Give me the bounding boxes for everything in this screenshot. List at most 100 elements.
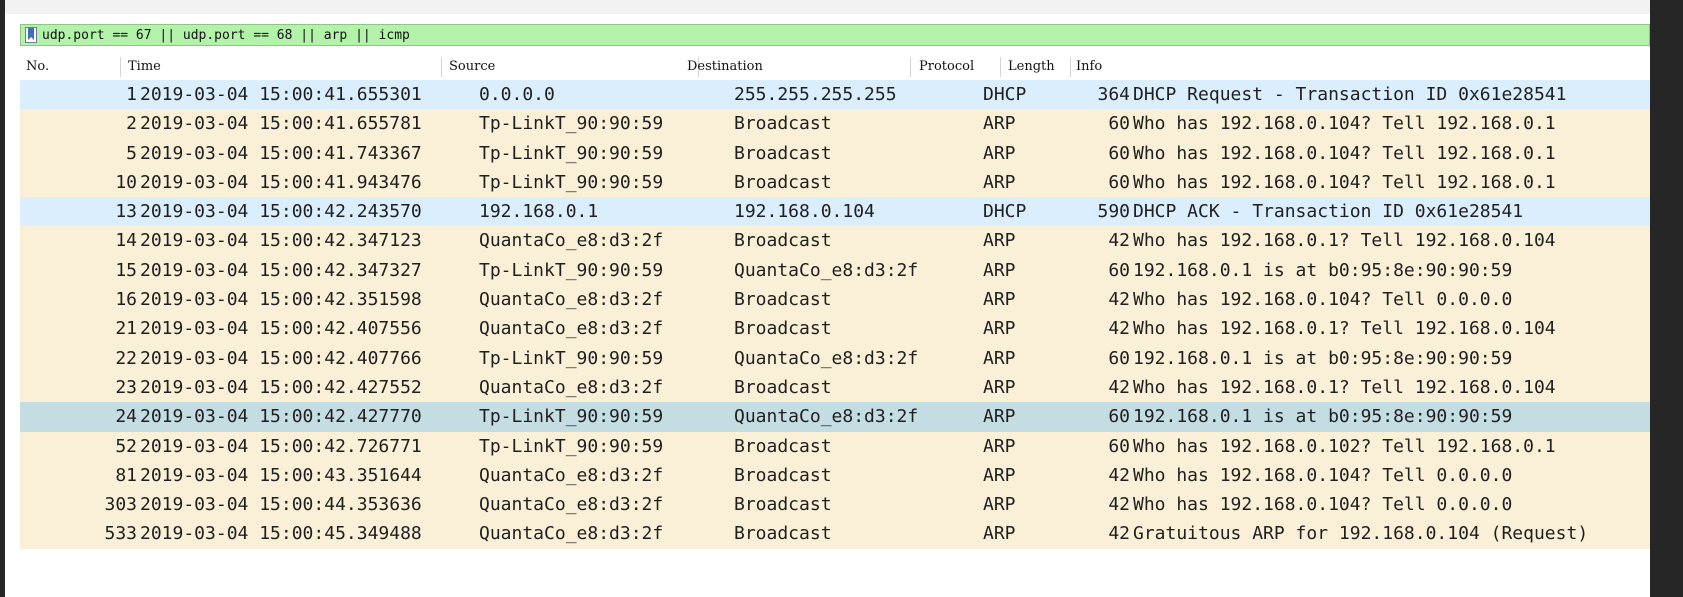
packet-row[interactable]: 21 2019-03-04 15:00:42.407556 QuantaCo_e… bbox=[20, 314, 1650, 344]
packet-destination: QuantaCo_e8:d3:2f bbox=[734, 347, 919, 369]
packet-source: 0.0.0.0 bbox=[479, 84, 555, 105]
packet-time: 2019-03-04 15:00:42.243570 bbox=[140, 201, 422, 223]
packet-length: 42 bbox=[1108, 318, 1130, 340]
packet-destination: QuantaCo_e8:d3:2f bbox=[734, 406, 919, 428]
packet-row-selected[interactable]: 24 2019-03-04 15:00:42.427770 Tp-LinkT_9… bbox=[20, 402, 1650, 432]
packet-destination: 192.168.0.104 bbox=[734, 201, 875, 223]
column-header-length[interactable]: Length bbox=[1008, 55, 1055, 79]
packet-length: 364 bbox=[1097, 84, 1130, 105]
packet-row[interactable]: 303 2019-03-04 15:00:44.353636 QuantaCo_… bbox=[20, 490, 1650, 520]
packet-time: 2019-03-04 15:00:45.349488 bbox=[140, 523, 422, 545]
packet-length: 60 bbox=[1108, 171, 1130, 193]
packet-source: QuantaCo_e8:d3:2f bbox=[479, 230, 664, 252]
packet-info: Who has 192.168.0.104? Tell 192.168.0.1 bbox=[1133, 142, 1556, 164]
packet-row[interactable]: 10 2019-03-04 15:00:41.943476 Tp-LinkT_9… bbox=[20, 167, 1650, 198]
packet-row[interactable]: 22 2019-03-04 15:00:42.407766 Tp-LinkT_9… bbox=[20, 343, 1650, 373]
packet-protocol: ARP bbox=[983, 230, 1016, 252]
packet-source: Tp-LinkT_90:90:59 bbox=[479, 113, 664, 135]
packet-protocol: DHCP bbox=[983, 201, 1027, 223]
display-filter-input[interactable]: udp.port == 67 || udp.port == 68 || arp … bbox=[42, 28, 410, 43]
column-divider[interactable] bbox=[120, 57, 121, 77]
column-header-destination[interactable]: Destination bbox=[687, 55, 763, 79]
packet-protocol: ARP bbox=[983, 376, 1016, 398]
packet-row[interactable]: 2 2019-03-04 15:00:41.655781 Tp-LinkT_90… bbox=[20, 109, 1650, 139]
packet-destination: Broadcast bbox=[734, 318, 832, 340]
packet-length: 42 bbox=[1108, 494, 1130, 516]
packet-row[interactable]: 23 2019-03-04 15:00:42.427552 QuantaCo_e… bbox=[20, 372, 1650, 403]
packet-info: 192.168.0.1 is at b0:95:8e:90:90:59 bbox=[1133, 259, 1513, 281]
packet-time: 2019-03-04 15:00:44.353636 bbox=[140, 494, 422, 516]
column-divider[interactable] bbox=[1000, 57, 1001, 77]
packet-info: Gratuitous ARP for 192.168.0.104 (Reques… bbox=[1133, 523, 1589, 545]
packet-row[interactable]: 14 2019-03-04 15:00:42.347123 QuantaCo_e… bbox=[20, 226, 1650, 256]
packet-time: 2019-03-04 15:00:42.347327 bbox=[140, 259, 422, 281]
packet-destination: Broadcast bbox=[734, 523, 832, 545]
packet-time: 2019-03-04 15:00:41.743367 bbox=[140, 142, 422, 164]
packet-destination: Broadcast bbox=[734, 113, 832, 135]
packet-protocol: DHCP bbox=[983, 84, 1027, 105]
packet-source: QuantaCo_e8:d3:2f bbox=[479, 376, 664, 398]
packet-source: QuantaCo_e8:d3:2f bbox=[479, 464, 664, 486]
packet-row[interactable]: 52 2019-03-04 15:00:42.726771 Tp-LinkT_9… bbox=[20, 431, 1650, 461]
packet-time: 2019-03-04 15:00:42.407766 bbox=[140, 347, 422, 369]
packet-protocol: ARP bbox=[983, 435, 1016, 457]
packet-length: 60 bbox=[1108, 113, 1130, 135]
column-header-source[interactable]: Source bbox=[449, 55, 495, 79]
packet-time: 2019-03-04 15:00:43.351644 bbox=[140, 464, 422, 486]
packet-protocol: ARP bbox=[983, 171, 1016, 193]
packet-time: 2019-03-04 15:00:42.351598 bbox=[140, 289, 422, 311]
filter-bookmark-icon[interactable] bbox=[24, 26, 38, 44]
packet-no: 5 bbox=[126, 142, 137, 164]
packet-info: 192.168.0.1 is at b0:95:8e:90:90:59 bbox=[1133, 347, 1513, 369]
column-header-protocol[interactable]: Protocol bbox=[919, 55, 974, 79]
packet-row[interactable]: 533 2019-03-04 15:00:45.349488 QuantaCo_… bbox=[20, 519, 1650, 549]
packet-destination: Broadcast bbox=[734, 376, 832, 398]
packet-protocol: ARP bbox=[983, 523, 1016, 545]
packet-info: Who has 192.168.0.1? Tell 192.168.0.104 bbox=[1133, 376, 1556, 398]
packet-no: 22 bbox=[115, 347, 137, 369]
packet-source: QuantaCo_e8:d3:2f bbox=[479, 494, 664, 516]
packet-length: 590 bbox=[1097, 201, 1130, 223]
packet-length: 60 bbox=[1108, 435, 1130, 457]
packet-destination: Broadcast bbox=[734, 435, 832, 457]
display-filter-bar[interactable]: udp.port == 67 || udp.port == 68 || arp … bbox=[20, 24, 1650, 46]
packet-no: 15 bbox=[115, 259, 137, 281]
packet-source: QuantaCo_e8:d3:2f bbox=[479, 289, 664, 311]
packet-time: 2019-03-04 15:00:41.655781 bbox=[140, 113, 422, 135]
packet-length: 42 bbox=[1108, 376, 1130, 398]
column-header-no[interactable]: No. bbox=[26, 55, 49, 79]
packet-time: 2019-03-04 15:00:42.427770 bbox=[140, 406, 422, 428]
column-divider[interactable] bbox=[1070, 57, 1071, 77]
column-divider[interactable] bbox=[910, 57, 911, 77]
packet-info: Who has 192.168.0.104? Tell 0.0.0.0 bbox=[1133, 464, 1513, 486]
packet-no: 13 bbox=[115, 201, 137, 223]
packet-destination: Broadcast bbox=[734, 171, 832, 193]
column-header-time[interactable]: Time bbox=[128, 55, 161, 79]
column-divider[interactable] bbox=[441, 57, 442, 77]
packet-list-header: No. Time Source Destination Protocol Len… bbox=[20, 55, 1650, 79]
packet-info: DHCP Request - Transaction ID 0x61e28541 bbox=[1133, 84, 1567, 105]
packet-row[interactable]: 1 2019-03-04 15:00:41.655301 0.0.0.0 255… bbox=[20, 80, 1650, 110]
packet-no: 1 bbox=[126, 84, 137, 105]
packet-length: 60 bbox=[1108, 406, 1130, 428]
column-header-info[interactable]: Info bbox=[1076, 55, 1102, 79]
packet-info: Who has 192.168.0.104? Tell 192.168.0.1 bbox=[1133, 171, 1556, 193]
packet-row[interactable]: 81 2019-03-04 15:00:43.351644 QuantaCo_e… bbox=[20, 460, 1650, 491]
packet-time: 2019-03-04 15:00:41.655301 bbox=[140, 84, 422, 105]
packet-source: 192.168.0.1 bbox=[479, 201, 599, 223]
packet-info: 192.168.0.1 is at b0:95:8e:90:90:59 bbox=[1133, 406, 1513, 428]
packet-row[interactable]: 15 2019-03-04 15:00:42.347327 Tp-LinkT_9… bbox=[20, 255, 1650, 286]
packet-protocol: ARP bbox=[983, 113, 1016, 135]
packet-no: 52 bbox=[115, 435, 137, 457]
packet-list: 1 2019-03-04 15:00:41.655301 0.0.0.0 255… bbox=[20, 80, 1650, 549]
packet-protocol: ARP bbox=[983, 142, 1016, 164]
packet-time: 2019-03-04 15:00:42.407556 bbox=[140, 318, 422, 340]
packet-length: 60 bbox=[1108, 347, 1130, 369]
packet-row[interactable]: 16 2019-03-04 15:00:42.351598 QuantaCo_e… bbox=[20, 285, 1650, 315]
packet-destination: Broadcast bbox=[734, 494, 832, 516]
packet-length: 42 bbox=[1108, 523, 1130, 545]
packet-row[interactable]: 13 2019-03-04 15:00:42.243570 192.168.0.… bbox=[20, 197, 1650, 227]
packet-length: 60 bbox=[1108, 259, 1130, 281]
packet-row[interactable]: 5 2019-03-04 15:00:41.743367 Tp-LinkT_90… bbox=[20, 138, 1650, 168]
packet-info: Who has 192.168.0.104? Tell 192.168.0.1 bbox=[1133, 113, 1556, 135]
